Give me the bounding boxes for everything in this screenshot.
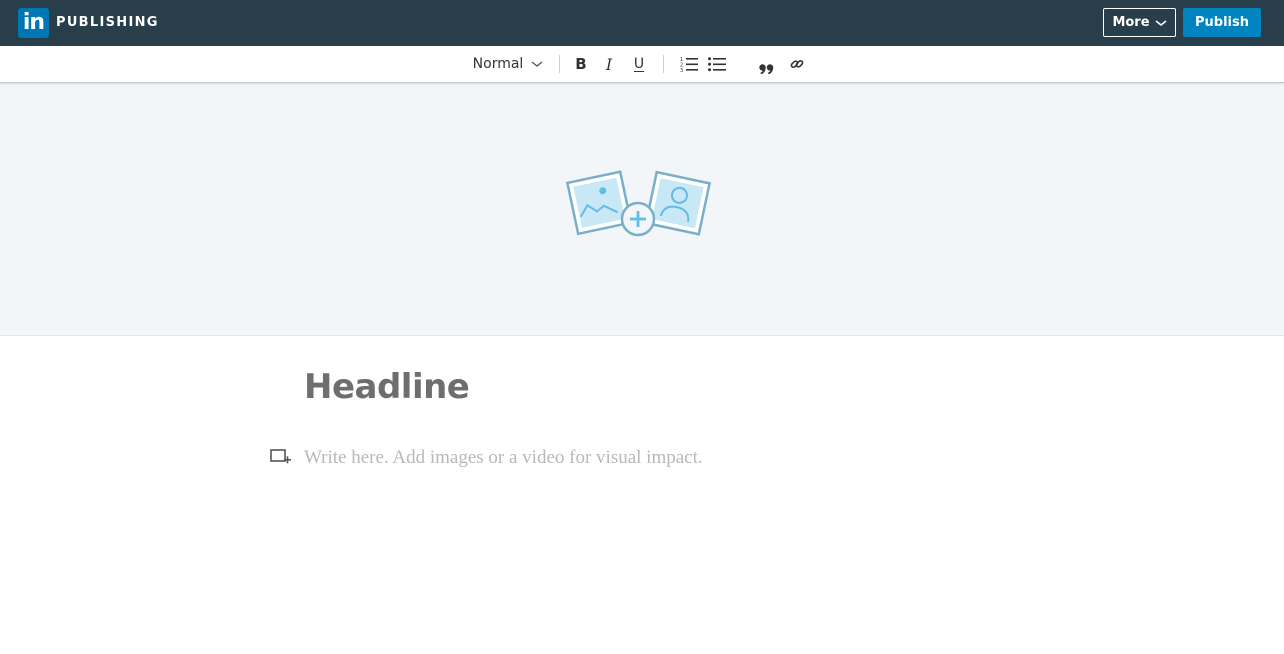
linkedin-logo[interactable]: in (18, 8, 49, 38)
publishing-label: PUBLISHING (56, 15, 159, 30)
publish-button[interactable]: Publish (1183, 8, 1261, 37)
insert-media-button[interactable] (269, 446, 293, 468)
more-button[interactable]: More (1103, 8, 1176, 37)
chevron-down-icon (531, 61, 543, 67)
add-cover-image-icon (565, 170, 711, 237)
paragraph-style-select[interactable]: Normal (470, 46, 546, 82)
chevron-down-icon (1155, 19, 1167, 26)
paragraph-style-value: Normal (472, 56, 524, 72)
italic-button[interactable]: I (600, 46, 618, 82)
cover-image-upload[interactable] (0, 83, 1284, 336)
toolbar-divider (559, 55, 560, 73)
svg-text:3: 3 (680, 68, 683, 72)
bold-button[interactable]: B (571, 46, 591, 82)
top-bar: in PUBLISHING More Publish (0, 0, 1284, 46)
link-button[interactable] (787, 46, 807, 82)
underline-button[interactable]: U (629, 46, 649, 82)
headline-input[interactable]: Headline (304, 364, 1004, 410)
quote-icon (759, 64, 774, 74)
formatting-toolbar: Normal B I U 1 2 3 (0, 46, 1284, 83)
toolbar-divider (663, 55, 664, 73)
link-icon (790, 59, 804, 69)
ordered-list-button[interactable]: 1 2 3 (679, 46, 699, 82)
article-body-input[interactable]: Write here. Add images or a video for vi… (304, 445, 1004, 471)
more-button-label: More (1112, 15, 1150, 30)
unordered-list-button[interactable] (707, 46, 727, 82)
insert-media-icon (270, 449, 291, 464)
numbered-list-icon: 1 2 3 (680, 57, 698, 72)
quote-button[interactable] (757, 46, 777, 82)
bulleted-list-icon (708, 57, 726, 72)
